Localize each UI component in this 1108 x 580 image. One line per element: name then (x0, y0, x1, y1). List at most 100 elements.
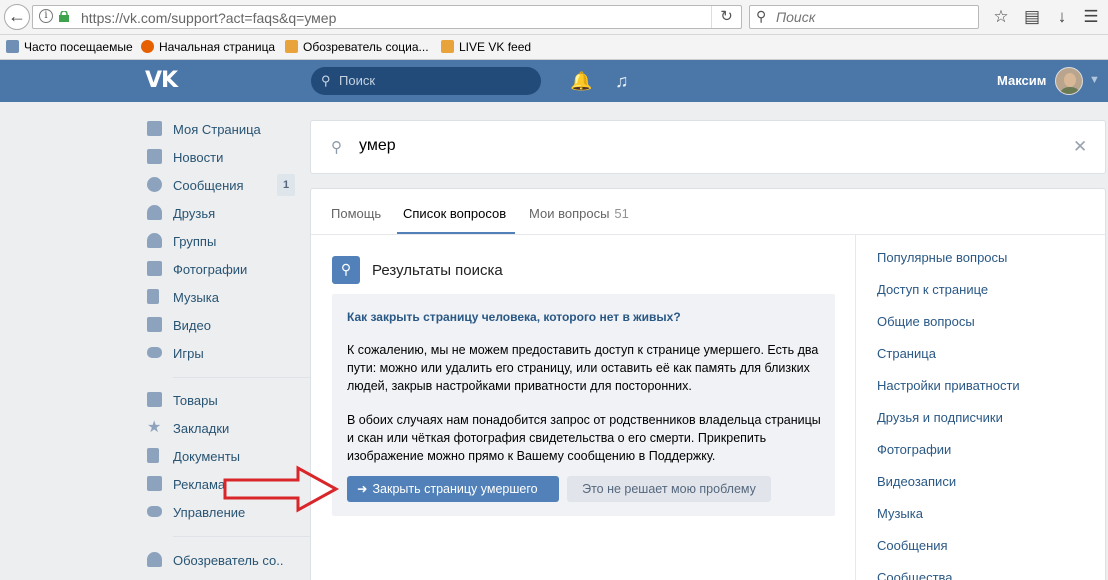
browser-search-input[interactable] (776, 9, 972, 25)
nav-label: Игры (173, 346, 204, 361)
nav-label: Документы (173, 449, 241, 464)
nav-item-music[interactable]: Музыка (145, 286, 295, 308)
bookmarks-bar: Часто посещаемые Начальная страница Обоз… (0, 35, 1108, 60)
music-note-icon[interactable]: ♫ (615, 71, 629, 92)
tab-my-questions[interactable]: Мои вопросы 51 (529, 206, 629, 221)
browser-toolbar: ← i https://vk.com/support?act=faqs&q=ум… (0, 0, 1108, 35)
home-icon (147, 121, 162, 136)
tabs-bar: Помощь Список вопросов Мои вопросы 51 (311, 189, 1107, 235)
app-icon (147, 552, 162, 567)
category-link[interactable]: Страница (877, 346, 936, 361)
browser-search-bar[interactable]: ⚲ (749, 5, 979, 29)
category-link[interactable]: Друзья и подписчики (877, 410, 1003, 425)
rss-icon (441, 40, 454, 53)
category-link[interactable]: Доступ к странице (877, 282, 988, 297)
bookmark-label: Начальная страница (159, 40, 276, 54)
tab-help[interactable]: Помощь (331, 206, 381, 221)
photos-icon (147, 261, 162, 276)
bookmark-social-browser[interactable]: Обозреватель социа... (285, 40, 429, 54)
faq-categories: Популярные вопросы Доступ к странице Общ… (855, 235, 1106, 580)
nav-label: Друзья (173, 206, 216, 221)
reading-list-icon[interactable]: ▤ (1021, 6, 1043, 28)
manage-icon (147, 506, 162, 517)
star-icon[interactable]: ☆ (990, 6, 1012, 28)
rss-icon (285, 40, 298, 53)
answer-paragraph: В обоих случаях нам понадобится запрос о… (347, 413, 821, 463)
close-icon[interactable]: ✕ (1073, 137, 1087, 157)
bookmark-most-visited[interactable]: Часто посещаемые (6, 40, 133, 54)
bell-icon[interactable]: 🔔 (570, 71, 592, 92)
close-deceased-page-button[interactable]: ➜ Закрыть страницу умершего (347, 476, 559, 502)
messages-icon (147, 177, 162, 192)
user-name[interactable]: Максим (997, 73, 1046, 88)
category-link[interactable]: Фотографии (877, 442, 951, 457)
answer-card: Как закрыть страницу человека, которого … (332, 294, 835, 516)
search-icon: ⚲ (756, 8, 767, 24)
address-bar[interactable]: i https://vk.com/support?act=faqs&q=умер… (32, 5, 742, 29)
vk-search-box[interactable]: ⚲ (311, 67, 541, 95)
category-link[interactable]: Общие вопросы (877, 314, 975, 329)
documents-icon (147, 448, 159, 463)
ads-icon (147, 476, 162, 491)
nav-item-friends[interactable]: Друзья (145, 202, 295, 224)
search-icon: ⚲ (331, 139, 342, 156)
tab-label: Мои вопросы (529, 206, 610, 221)
games-icon (147, 347, 162, 358)
menu-icon[interactable]: ☰ (1080, 6, 1102, 28)
nav-label: Фотографии (173, 262, 248, 277)
not-solved-button[interactable]: Это не решает мою проблему (567, 476, 771, 502)
nav-item-bookmarks[interactable]: ★ Закладки (145, 417, 295, 439)
answer-question[interactable]: Как закрыть страницу человека, которого … (347, 310, 681, 324)
bookmarks-icon: ★ (147, 419, 162, 436)
nav-item-groups[interactable]: Группы (145, 230, 295, 252)
vk-search-input[interactable] (339, 73, 529, 88)
url-text[interactable]: https://vk.com/support?act=faqs&q=умер (81, 10, 336, 26)
nav-label: Обозреватель со.. (173, 553, 284, 568)
lock-icon (59, 11, 69, 22)
chevron-down-icon[interactable]: ▼ (1089, 74, 1100, 86)
avatar[interactable] (1055, 67, 1083, 95)
music-icon (147, 289, 159, 304)
nav-item-my-page[interactable]: Моя Страница (145, 118, 295, 140)
button-label: Закрыть страницу умершего (372, 482, 538, 496)
nav-label: Закладки (173, 421, 230, 436)
download-icon[interactable]: ↓ (1051, 6, 1073, 28)
nav-item-app[interactable]: Обозреватель со.. (145, 549, 295, 571)
nav-label: Товары (173, 393, 218, 408)
nav-item-photos[interactable]: Фотографии (145, 258, 295, 280)
nav-item-documents[interactable]: Документы (145, 445, 295, 467)
category-link[interactable]: Популярные вопросы (877, 250, 1007, 265)
bookmark-start-page[interactable]: Начальная страница (141, 40, 275, 54)
nav-item-market[interactable]: Товары (145, 389, 295, 411)
market-icon (147, 392, 162, 407)
nav-item-news[interactable]: Новости (145, 146, 295, 168)
category-link[interactable]: Сообщения (877, 538, 948, 553)
nav-label: Группы (173, 234, 217, 249)
nav-label: Сообщения (173, 178, 244, 193)
back-arrow-icon[interactable]: ← (4, 4, 30, 30)
vk-header: VK ⚲ 🔔 ♫ Максим ▼ (0, 60, 1108, 102)
friends-icon (147, 205, 162, 220)
nav-item-messages[interactable]: Сообщения 1 (145, 174, 295, 196)
nav-label: Видео (173, 318, 211, 333)
nav-label: Моя Страница (173, 122, 261, 137)
news-icon (147, 149, 162, 164)
folder-icon (6, 40, 19, 53)
nav-item-video[interactable]: Видео (145, 314, 295, 336)
category-link[interactable]: Музыка (877, 506, 923, 521)
nav-item-games[interactable]: Игры (145, 342, 295, 364)
video-icon (147, 317, 162, 332)
bookmark-label: Часто посещаемые (24, 40, 133, 54)
tab-questions-list[interactable]: Список вопросов (403, 206, 506, 221)
bookmark-label: LIVE VK feed (459, 40, 532, 54)
category-link[interactable]: Настройки приватности (877, 378, 1020, 393)
vk-logo[interactable]: VK (145, 68, 178, 93)
faq-search-input[interactable] (359, 137, 1039, 155)
info-icon[interactable]: i (39, 9, 53, 23)
arrow-right-icon: ➜ (357, 482, 368, 496)
bookmark-live-vk-feed[interactable]: LIVE VK feed (441, 40, 531, 54)
reload-icon[interactable]: ↻ (711, 6, 741, 28)
bookmark-label: Обозреватель социа... (303, 40, 429, 54)
category-link[interactable]: Сообщества (877, 570, 953, 580)
category-link[interactable]: Видеозаписи (877, 474, 956, 489)
